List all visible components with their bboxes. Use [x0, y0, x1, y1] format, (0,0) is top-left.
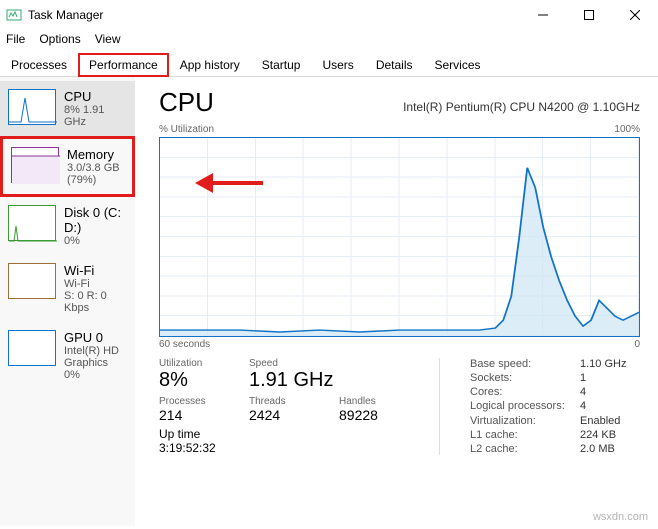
stat-speed-label: Speed — [249, 358, 333, 369]
rs-l2-label: L2 cache: — [470, 443, 580, 455]
menu-bar: File Options View — [0, 30, 658, 48]
menu-view[interactable]: View — [95, 32, 121, 46]
sidebar: CPU 8% 1.91 GHz Memory 3.0/3.8 GB (79%) … — [0, 77, 135, 526]
page-title: CPU — [159, 87, 214, 118]
memory-thumb-icon — [11, 147, 59, 183]
close-button[interactable] — [612, 0, 658, 30]
stat-thread-value: 2424 — [249, 407, 319, 423]
wifi-thumb-icon — [8, 263, 56, 299]
rs-logical-value: 4 — [580, 400, 640, 412]
sidebar-memory-name: Memory — [67, 147, 124, 162]
max-label: 100% — [614, 124, 640, 135]
utilization-chart — [159, 137, 640, 337]
menu-file[interactable]: File — [6, 32, 25, 46]
tab-app-history[interactable]: App history — [169, 53, 251, 77]
stat-proc-label: Processes — [159, 396, 229, 407]
stat-util-label: Utilization — [159, 358, 229, 369]
stat-thread-label: Threads — [249, 396, 319, 407]
sidebar-wifi-sub1: Wi-Fi — [64, 278, 127, 290]
time-axis-left: 60 seconds — [159, 339, 210, 350]
annotation-arrow-icon — [195, 168, 265, 198]
rs-virt-label: Virtualization: — [470, 415, 580, 427]
rs-cores-label: Cores: — [470, 386, 580, 398]
stat-util-value: 8% — [159, 369, 229, 392]
stat-proc-value: 214 — [159, 407, 229, 423]
tab-details[interactable]: Details — [365, 53, 424, 77]
watermark: wsxdn.com — [593, 511, 648, 523]
sidebar-gpu-sub2: 0% — [64, 369, 127, 381]
menu-options[interactable]: Options — [39, 32, 80, 46]
sidebar-disk-sub: 0% — [64, 235, 127, 247]
sidebar-disk-name: Disk 0 (C: D:) — [64, 205, 127, 235]
sidebar-wifi-name: Wi-Fi — [64, 263, 127, 278]
rs-virt-value: Enabled — [580, 415, 640, 427]
main-panel: CPU Intel(R) Pentium(R) CPU N4200 @ 1.10… — [135, 77, 658, 526]
time-axis-right: 0 — [634, 339, 640, 350]
rs-sockets-label: Sockets: — [470, 372, 580, 384]
sidebar-gpu-name: GPU 0 — [64, 330, 127, 345]
tabs-row: Processes Performance App history Startu… — [0, 52, 658, 77]
sidebar-item-memory[interactable]: Memory 3.0/3.8 GB (79%) — [0, 136, 135, 197]
sidebar-wifi-sub2: S: 0 R: 0 Kbps — [64, 290, 127, 314]
tab-services[interactable]: Services — [424, 53, 492, 77]
app-icon — [6, 7, 22, 23]
stat-uptime-label: Up time — [159, 427, 409, 441]
stat-speed-value: 1.91 GHz — [249, 369, 333, 392]
sidebar-cpu-sub: 8% 1.91 GHz — [64, 104, 127, 128]
rs-l1-label: L1 cache: — [470, 429, 580, 441]
rs-base-value: 1.10 GHz — [580, 358, 640, 370]
util-label: % Utilization — [159, 124, 214, 135]
window-buttons — [520, 0, 658, 30]
sidebar-gpu-sub1: Intel(R) HD Graphics — [64, 345, 127, 369]
window-title: Task Manager — [28, 8, 103, 22]
gpu-thumb-icon — [8, 330, 56, 366]
cpu-thumb-icon — [8, 89, 56, 125]
stat-handle-value: 89228 — [339, 407, 409, 423]
sidebar-item-wifi[interactable]: Wi-Fi Wi-Fi S: 0 R: 0 Kbps — [0, 255, 135, 322]
tab-startup[interactable]: Startup — [251, 53, 312, 77]
sidebar-memory-sub: 3.0/3.8 GB (79%) — [67, 162, 124, 186]
title-bar: Task Manager — [0, 0, 658, 30]
stat-handle-label: Handles — [339, 396, 409, 407]
rs-logical-label: Logical processors: — [470, 400, 580, 412]
sidebar-item-disk[interactable]: Disk 0 (C: D:) 0% — [0, 197, 135, 255]
maximize-button[interactable] — [566, 0, 612, 30]
tab-performance[interactable]: Performance — [78, 53, 169, 77]
minimize-button[interactable] — [520, 0, 566, 30]
cpu-model: Intel(R) Pentium(R) CPU N4200 @ 1.10GHz — [403, 100, 640, 114]
rs-cores-value: 4 — [580, 386, 640, 398]
rs-sockets-value: 1 — [580, 372, 640, 384]
sidebar-item-gpu[interactable]: GPU 0 Intel(R) HD Graphics 0% — [0, 322, 135, 389]
stat-uptime-value: 3:19:52:32 — [159, 441, 409, 455]
stats-right: Base speed:1.10 GHz Sockets:1 Cores:4 Lo… — [470, 358, 640, 455]
sidebar-cpu-name: CPU — [64, 89, 127, 104]
disk-thumb-icon — [8, 205, 56, 241]
tab-processes[interactable]: Processes — [0, 53, 78, 77]
rs-base-label: Base speed: — [470, 358, 580, 370]
rs-l2-value: 2.0 MB — [580, 443, 640, 455]
sidebar-item-cpu[interactable]: CPU 8% 1.91 GHz — [0, 81, 135, 136]
rs-l1-value: 224 KB — [580, 429, 640, 441]
tab-users[interactable]: Users — [311, 53, 364, 77]
